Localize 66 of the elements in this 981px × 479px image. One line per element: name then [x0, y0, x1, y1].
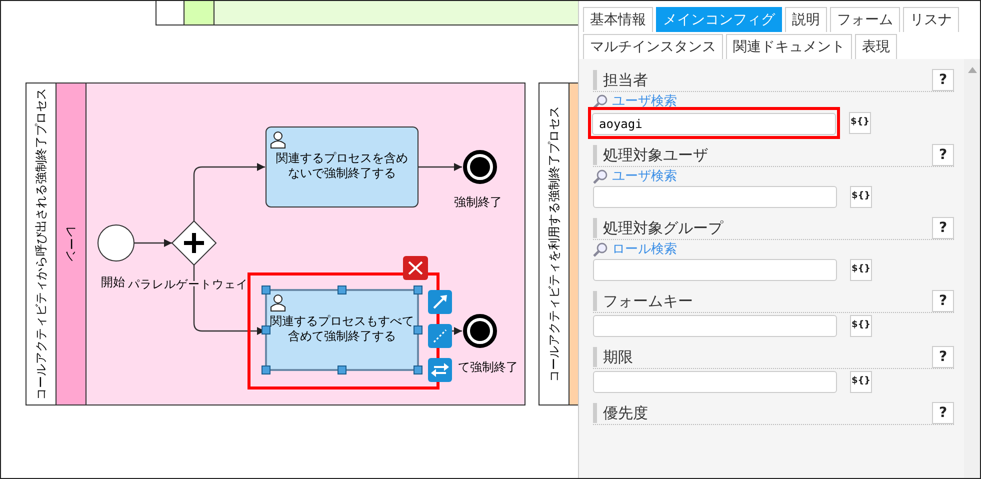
double-arrow-tool-button[interactable]	[428, 358, 452, 382]
text-field[interactable]: aoyagi	[592, 113, 836, 135]
start-event[interactable]	[98, 224, 134, 262]
expression-button[interactable]: ${}	[850, 315, 872, 337]
task-label: 関連するプロセスを含め ないで強制終了する	[276, 151, 408, 180]
node-label: 開始	[101, 275, 125, 289]
scroll-up-icon[interactable]	[968, 67, 976, 73]
resize-handle[interactable]	[338, 286, 346, 294]
section-title: 期限	[593, 347, 633, 367]
help-button[interactable]: ?	[932, 290, 954, 312]
resize-handle[interactable]	[262, 286, 270, 294]
section-title: フォームキー	[593, 291, 693, 311]
expression-button[interactable]: ${}	[850, 371, 872, 393]
tab[interactable]: マルチインスタンス	[583, 34, 723, 59]
tab[interactable]: リスナ	[903, 7, 959, 32]
text-field[interactable]	[593, 259, 837, 281]
help-button[interactable]: ?	[932, 69, 954, 91]
help-button[interactable]: ?	[932, 346, 954, 368]
parallel-gateway[interactable]	[171, 220, 217, 266]
search-icon	[593, 169, 608, 184]
sequence-flow[interactable]	[134, 239, 172, 247]
tab[interactable]: 説明	[785, 7, 827, 32]
node-label: て強制終了	[458, 360, 518, 374]
pool-label: コールアクティビティから呼び出される強制終了プロセス	[34, 88, 48, 400]
resize-handle[interactable]	[262, 326, 270, 334]
sequence-flow[interactable]	[193, 163, 265, 221]
section-title: 処理対象ユーザ	[593, 145, 708, 165]
node-label: 強制終了	[454, 195, 502, 209]
section-title: 処理対象グループ	[593, 218, 723, 238]
delete-button[interactable]	[403, 256, 428, 280]
search-icon	[593, 242, 608, 257]
pool-label: コールアクティビティを利用する強制終了プロセス	[547, 106, 561, 382]
resize-handle[interactable]	[338, 366, 346, 374]
expression-button[interactable]: ${}	[849, 112, 871, 134]
arrow-tool-button[interactable]	[428, 290, 452, 314]
tab[interactable]: 基本情報	[583, 7, 653, 32]
pool[interactable]	[156, 1, 578, 26]
tab[interactable]: 表現	[855, 34, 897, 59]
search-icon	[593, 94, 608, 109]
expression-button[interactable]: ${}	[850, 259, 872, 281]
section-title: 担当者	[593, 70, 648, 90]
end-event[interactable]	[463, 150, 497, 184]
resize-handle[interactable]	[414, 286, 422, 294]
tab[interactable]: 関連ドキュメント	[726, 34, 852, 59]
task-label: 関連するプロセスもすべて 含めて強制終了する	[270, 314, 414, 343]
help-button[interactable]: ?	[932, 144, 954, 166]
tab[interactable]: フォーム	[830, 7, 900, 32]
sequence-flow[interactable]	[418, 163, 462, 171]
help-button[interactable]: ?	[932, 217, 954, 239]
sequence-flow[interactable]	[452, 327, 462, 335]
user-task[interactable]	[266, 126, 418, 208]
text-field[interactable]	[593, 371, 837, 393]
resize-handle[interactable]	[262, 366, 270, 374]
user-task[interactable]	[265, 289, 419, 371]
help-button[interactable]: ?	[932, 402, 954, 424]
expression-button[interactable]: ${}	[850, 186, 872, 208]
resize-handle[interactable]	[414, 366, 422, 374]
end-event[interactable]	[463, 314, 497, 348]
section-title: 優先度	[593, 403, 648, 423]
lane-label: レーン	[64, 226, 78, 262]
text-field[interactable]	[593, 186, 837, 208]
user-icon	[270, 132, 286, 148]
resize-handle[interactable]	[414, 326, 422, 334]
text-field[interactable]	[593, 315, 837, 337]
pool[interactable]	[538, 82, 578, 406]
user-icon	[270, 294, 286, 312]
